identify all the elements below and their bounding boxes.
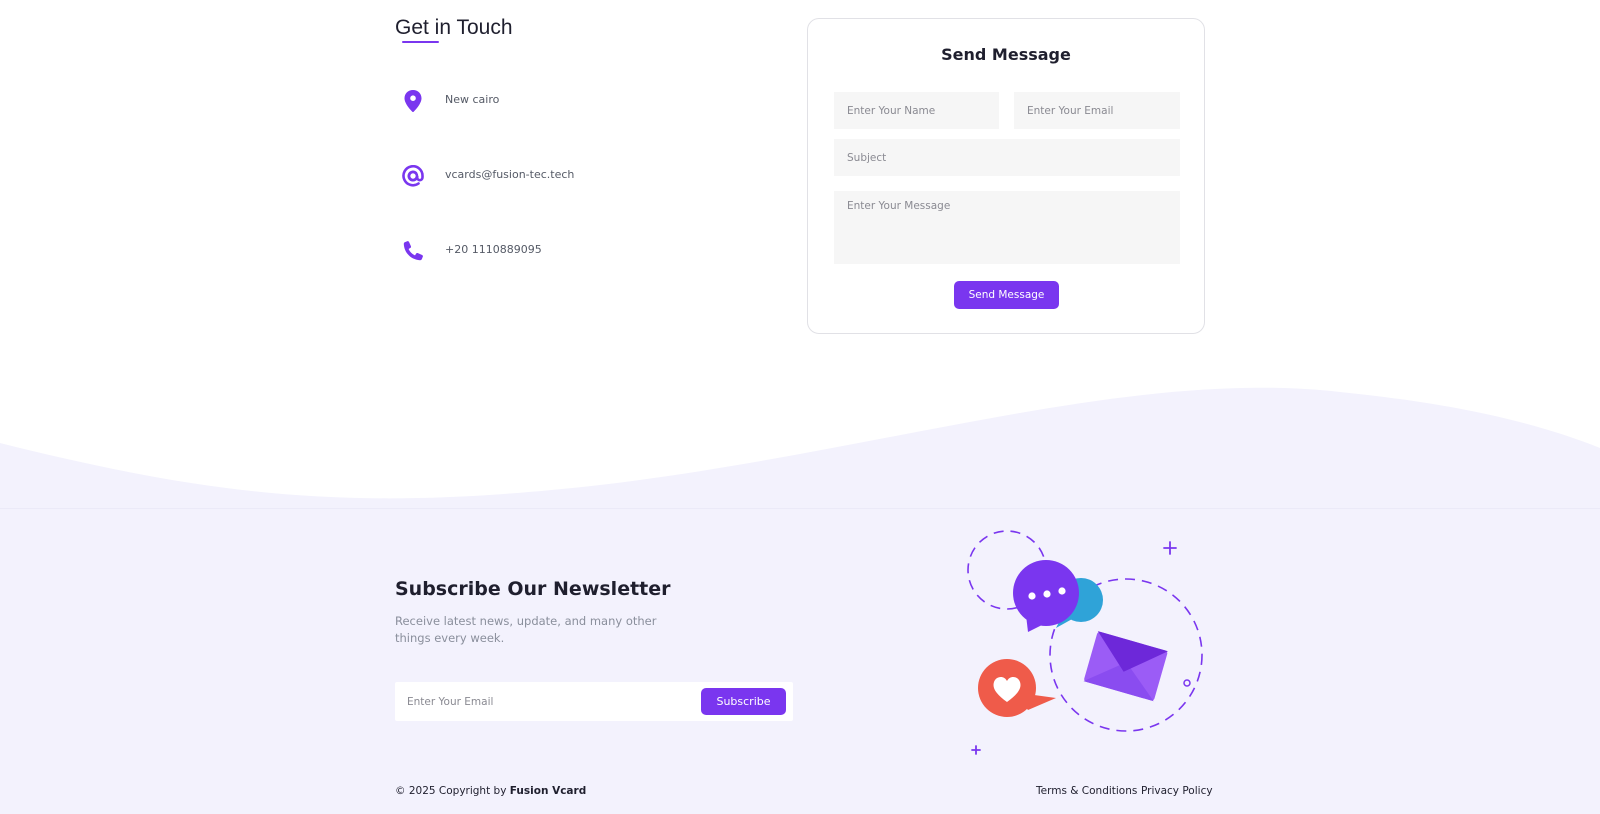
contact-phone-item: +20 1110889095: [395, 231, 745, 271]
contact-title: Get in Touch: [395, 16, 513, 39]
footer: [0, 508, 1600, 814]
subscribe-button[interactable]: Subscribe: [701, 688, 786, 715]
footer-divider: [0, 508, 1600, 509]
newsletter-form: Subscribe: [395, 682, 793, 721]
privacy-link[interactable]: Privacy Policy: [1141, 785, 1213, 797]
brand-name: Fusion Vcard: [509, 785, 587, 797]
terms-link[interactable]: Terms & Conditions: [1036, 785, 1137, 797]
newsletter-title: Subscribe Our Newsletter: [395, 578, 671, 600]
phone-icon: [395, 235, 431, 267]
newsletter-email-input[interactable]: [395, 682, 695, 721]
contact-email-item: vcards@fusion-tec.tech: [395, 156, 745, 196]
contact-section: Get in Touch New cairo vcards@fusion-tec…: [0, 0, 1600, 380]
copyright-prefix: © 2025 Copyright by: [395, 785, 507, 797]
newsletter-description: Receive latest news, update, and many ot…: [395, 614, 657, 645]
name-field[interactable]: [834, 92, 999, 129]
email-field[interactable]: [1014, 92, 1180, 129]
location-pin-icon: [395, 85, 431, 117]
copyright: © 2025 Copyright by Fusion Vcard: [395, 785, 586, 797]
heart-bubble-icon: [978, 659, 1056, 717]
contact-address-item: New cairo: [395, 81, 745, 121]
footer-wave: [0, 387, 1600, 510]
message-field[interactable]: [834, 191, 1180, 264]
send-message-form: Send Message Send Message: [807, 18, 1205, 334]
title-underline: [402, 41, 439, 43]
send-message-button[interactable]: Send Message: [954, 281, 1059, 309]
newsletter-illustration: [967, 530, 1203, 755]
chat-bubble-purple-icon: [1013, 560, 1079, 632]
email-text[interactable]: vcards@fusion-tec.tech: [445, 168, 574, 181]
at-sign-icon: [395, 160, 431, 192]
phone-text[interactable]: +20 1110889095: [445, 243, 542, 256]
form-title: Send Message: [941, 45, 1071, 64]
ring-sparkle-icon: [1183, 679, 1191, 687]
envelope-icon: [1083, 631, 1169, 702]
subject-field[interactable]: [834, 139, 1180, 176]
address-text: New cairo: [445, 93, 500, 106]
